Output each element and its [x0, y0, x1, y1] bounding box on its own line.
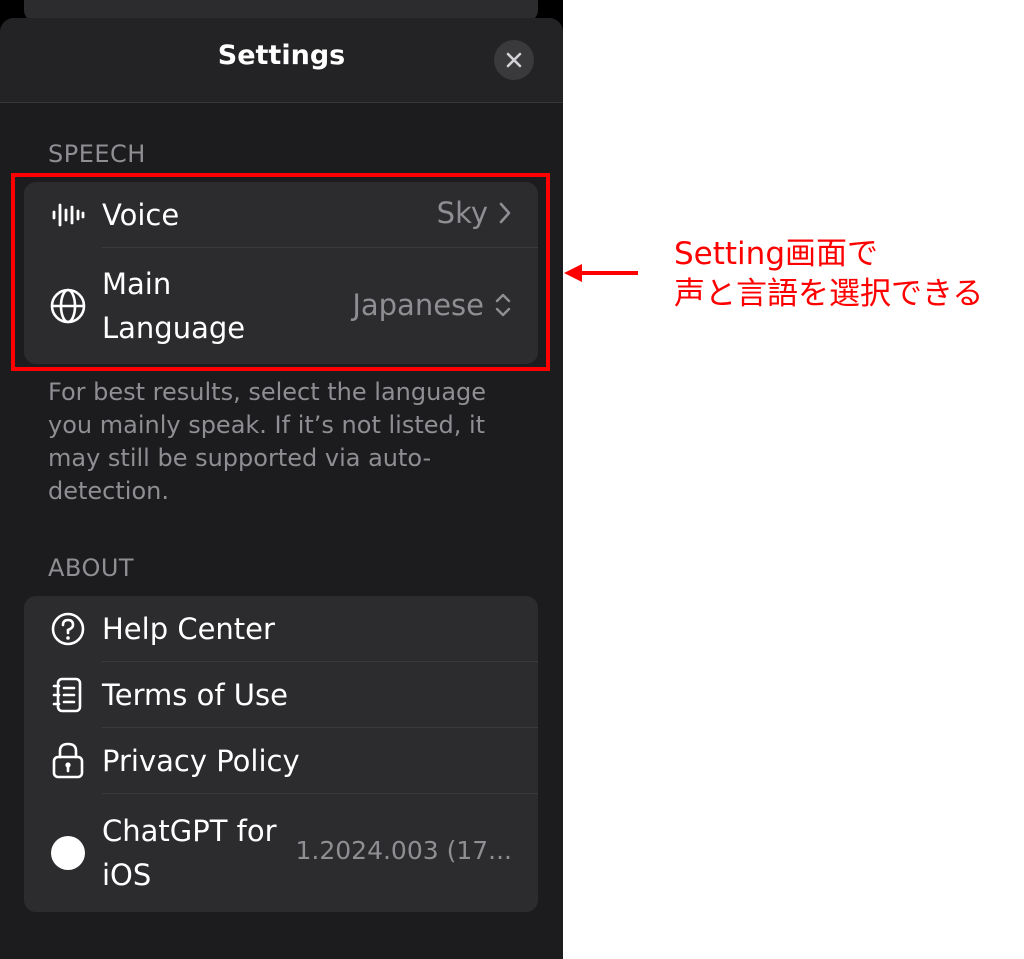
section-header-speech: SPEECH — [48, 140, 146, 168]
chatgpt-logo-icon — [48, 833, 88, 873]
about-group: Help Center Terms of Use Privacy Policy … — [24, 596, 538, 912]
annotation-line1: Setting画面で — [674, 236, 878, 272]
app-version-value: 1.2024.003 (17... — [295, 836, 513, 865]
phone-screen: Settings SPEECH Voice Sky Main Language … — [0, 0, 563, 959]
app-name-line1: ChatGPT for — [102, 814, 277, 848]
app-version-row[interactable]: ChatGPT for iOS 1.2024.003 (17... — [24, 794, 538, 912]
annotation-callout: Setting画面で 声と言語を選択できる — [674, 234, 983, 314]
help-center-label: Help Center — [102, 612, 275, 646]
close-icon — [506, 52, 522, 68]
speech-footnote: For best results, select the language yo… — [48, 378, 487, 505]
highlight-box — [11, 173, 550, 371]
app-name-line2: iOS — [102, 858, 152, 892]
arrow-left-icon — [564, 264, 638, 282]
annotation-line2: 声と言語を選択できる — [674, 276, 984, 312]
question-circle-icon — [48, 609, 88, 649]
document-icon — [48, 675, 88, 715]
page-title: Settings — [217, 40, 346, 71]
settings-sheet: Settings SPEECH Voice Sky Main Language … — [0, 18, 563, 959]
privacy-policy-label: Privacy Policy — [102, 744, 300, 778]
help-center-row[interactable]: Help Center — [24, 596, 538, 662]
privacy-policy-row[interactable]: Privacy Policy — [24, 728, 538, 794]
lock-icon — [48, 740, 88, 780]
close-button[interactable] — [494, 40, 534, 80]
terms-of-use-row[interactable]: Terms of Use — [24, 662, 538, 728]
terms-of-use-label: Terms of Use — [102, 678, 288, 712]
app-name-label: ChatGPT for iOS — [102, 809, 277, 897]
nav-bar: Settings — [0, 18, 563, 103]
section-header-about: ABOUT — [48, 554, 135, 582]
